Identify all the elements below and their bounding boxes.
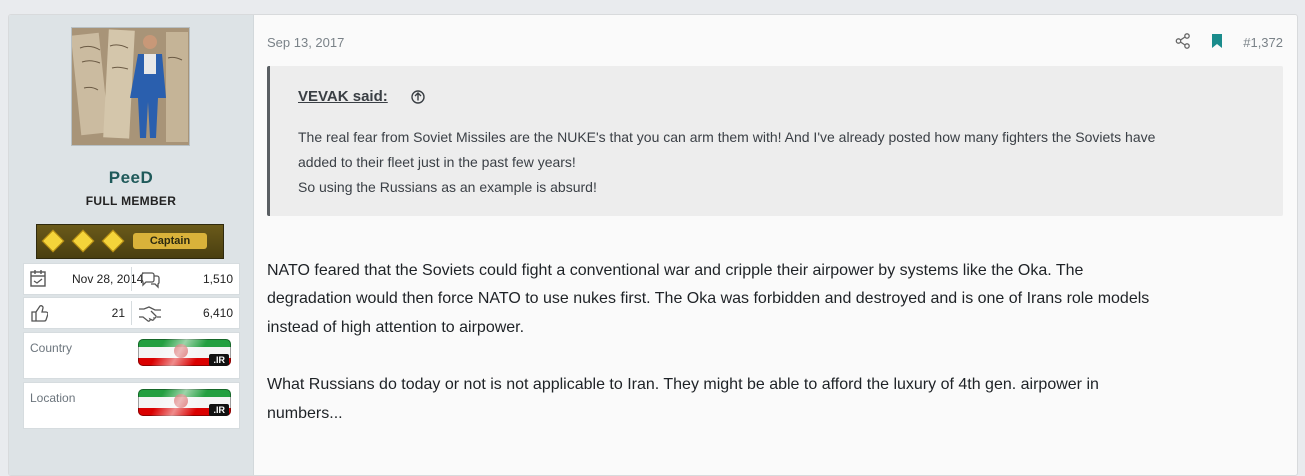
quote-line: So using the Russians as an example is a… [298, 179, 597, 195]
location-label: Location [30, 391, 76, 405]
user-sidebar: PeeD FULL MEMBER Captain Nov 28, 2014 1,… [9, 15, 254, 475]
rank-diamond-icon [101, 229, 125, 253]
reaction-count: 21 [111, 306, 125, 320]
user-title: FULL MEMBER [85, 194, 177, 208]
arrow-up-circle-icon[interactable] [411, 90, 425, 104]
post-number[interactable]: #1,372 [1243, 35, 1283, 50]
username[interactable]: PeeD [9, 168, 253, 188]
message-count: 1,510 [202, 272, 233, 286]
stat-row-joined-messages: Nov 28, 2014 1,510 [23, 263, 240, 295]
flag-tld: .IR [209, 404, 229, 416]
rank-diamond-icon [41, 229, 65, 253]
stat-divider [131, 267, 132, 291]
country-label: Country [30, 341, 73, 355]
post-container: PeeD FULL MEMBER Captain Nov 28, 2014 1,… [8, 14, 1298, 476]
rank-diamond-icon [71, 229, 95, 253]
comments-icon [140, 264, 160, 294]
post-main: Sep 13, 2017 #1,372 VEVAK said: The real… [267, 15, 1297, 475]
iran-flag-icon: .IR [138, 389, 231, 416]
joined-date: Nov 28, 2014 [72, 272, 144, 286]
user-avatar[interactable] [71, 27, 190, 146]
quote-block: VEVAK said: The real fear from Soviet Mi… [267, 66, 1283, 216]
quote-line: The real fear from Soviet Missiles are t… [298, 129, 1156, 145]
share-icon[interactable] [1175, 32, 1191, 52]
stat-divider [131, 301, 132, 325]
location-box: Location .IR [23, 382, 240, 429]
rank-label: Captain [133, 233, 207, 249]
handshake-icon [138, 298, 162, 328]
body-line: What Russians do today or not is not app… [267, 376, 1099, 393]
calendar-icon [30, 264, 46, 294]
thumbs-up-icon [30, 298, 49, 328]
flag-tld: .IR [209, 354, 229, 366]
body-line: degradation would then force NATO to use… [267, 290, 1150, 307]
rank-banner: Captain [36, 224, 224, 259]
stat-row-reactions-points: 21 6,410 [23, 297, 240, 329]
country-box: Country .IR [23, 332, 240, 379]
post-actions: #1,372 [1175, 32, 1283, 52]
iran-flag-icon: .IR [138, 339, 231, 366]
body-line: numbers... [267, 405, 343, 422]
quote-line: added to their fleet just in the past fe… [298, 154, 576, 170]
quote-author[interactable]: VEVAK said: [298, 88, 388, 105]
points-count: 6,410 [202, 306, 233, 320]
body-line: instead of high attention to airpower. [267, 319, 525, 336]
body-line: NATO feared that the Soviets could fight… [267, 262, 1084, 279]
bookmark-icon[interactable] [1211, 33, 1223, 52]
post-date[interactable]: Sep 13, 2017 [267, 35, 344, 50]
